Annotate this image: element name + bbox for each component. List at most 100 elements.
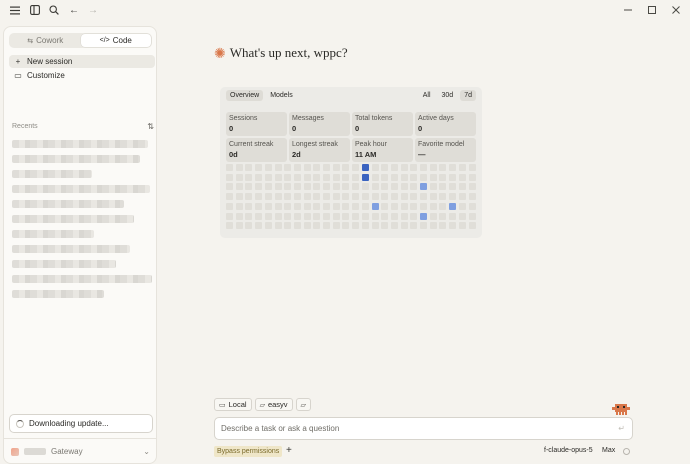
range-7d[interactable]: 7d — [460, 90, 476, 101]
customize-label: Customize — [27, 71, 65, 80]
cowork-icon: ⇆ — [27, 37, 34, 45]
heatmap-cell — [332, 212, 340, 220]
recents-header: Recents ⇅ — [12, 122, 154, 131]
tab-models[interactable]: Models — [266, 90, 297, 101]
heatmap-cell — [245, 212, 253, 220]
heatmap-cell — [284, 202, 292, 210]
heatmap-cell — [352, 164, 360, 171]
list-item[interactable] — [12, 241, 154, 256]
heatmap-cell — [429, 193, 437, 201]
list-item[interactable] — [12, 166, 154, 181]
code-icon: </> — [99, 37, 110, 44]
heatmap-cell — [293, 193, 301, 201]
stat-grid: Sessions 0 Messages 0 Total tokens 0 Act… — [226, 112, 476, 162]
heatmap-cell — [439, 193, 447, 201]
heatmap-cell — [371, 193, 379, 201]
heatmap-cell — [400, 193, 408, 201]
customize-button[interactable]: ▭ Customize — [9, 69, 155, 82]
heatmap-cell — [235, 202, 243, 210]
stat-peak-hour: Peak hour 11 AM — [352, 138, 413, 162]
heatmap-cell — [303, 164, 311, 171]
stat-current-streak: Current streak 0d — [226, 138, 287, 162]
list-item[interactable] — [12, 286, 154, 301]
permission-mode-button[interactable]: Bypass permissions — [214, 446, 283, 457]
mode-cowork-label: Cowork — [36, 36, 64, 45]
heatmap-cell — [245, 173, 253, 181]
list-item[interactable] — [12, 226, 154, 241]
list-item[interactable] — [12, 211, 154, 226]
list-item[interactable] — [12, 181, 154, 196]
filter-icon[interactable]: ⇅ — [147, 122, 154, 131]
heatmap-cell — [449, 173, 457, 181]
model-selector[interactable]: f-claude-opus-5 — [544, 447, 593, 454]
range-all[interactable]: All — [419, 90, 435, 101]
stat-value: 0 — [292, 124, 297, 133]
heatmap-cell — [255, 202, 263, 210]
page-title: What's up next, wppc? — [229, 45, 348, 60]
maximize-icon[interactable] — [645, 3, 659, 17]
heatmap-cell — [293, 222, 301, 230]
heatmap-cell — [323, 222, 330, 230]
heatmap-cell — [313, 173, 321, 181]
stat-value: — — [418, 150, 426, 159]
heatmap-cell — [352, 212, 360, 220]
heatmap-cell — [439, 202, 447, 210]
effort-selector[interactable]: Max — [602, 447, 615, 454]
heatmap-cell — [420, 222, 427, 230]
account-switcher[interactable]: Gateway ⌄ — [4, 438, 156, 463]
minimize-icon[interactable] — [621, 3, 635, 17]
list-item[interactable] — [12, 196, 154, 211]
heatmap-cell — [410, 183, 418, 191]
heatmap-cell — [226, 183, 233, 191]
heatmap-cell — [255, 193, 263, 201]
heatmap-cell — [429, 222, 437, 230]
heatmap-cell — [303, 173, 311, 181]
heatmap-cell — [274, 212, 282, 220]
list-item[interactable] — [12, 256, 154, 271]
new-session-button[interactable]: + New session — [9, 55, 155, 68]
heatmap-cell — [390, 164, 398, 171]
folder-chip[interactable]: ▱ easyv — [254, 398, 293, 411]
search-icon[interactable] — [47, 3, 61, 17]
range-30d[interactable]: 30d — [438, 90, 458, 101]
back-arrow-icon[interactable]: ← — [67, 3, 81, 17]
update-status-label: Downloading update... — [29, 419, 109, 428]
list-item[interactable] — [12, 151, 154, 166]
mode-code-button[interactable]: </> Code — [80, 34, 151, 47]
stat-label: Peak hour — [355, 141, 387, 148]
sidebar-toggle-icon[interactable] — [28, 3, 42, 17]
add-attachment-icon[interactable]: + — [286, 445, 292, 456]
heatmap-cell — [371, 173, 379, 181]
close-icon[interactable] — [669, 3, 683, 17]
heatmap-cell — [429, 202, 437, 210]
forward-arrow-icon[interactable]: → — [86, 3, 100, 17]
heatmap-cell — [449, 164, 457, 171]
heatmap-cell — [274, 183, 282, 191]
tab-overview[interactable]: Overview — [226, 90, 264, 101]
heatmap-cell — [400, 164, 408, 171]
heatmap-cell — [323, 202, 330, 210]
heatmap-cell — [361, 222, 369, 230]
send-icon[interactable]: ↵ — [618, 424, 625, 433]
list-item[interactable] — [12, 271, 154, 286]
heatmap-cell — [439, 173, 447, 181]
heatmap-cell — [352, 173, 360, 181]
heatmap-cell — [439, 222, 447, 230]
add-folder-button[interactable]: ▱ — [295, 398, 311, 411]
heatmap-cell — [274, 222, 282, 230]
mode-cowork-button[interactable]: ⇆ Cowork — [10, 34, 81, 47]
task-input[interactable] — [221, 424, 601, 433]
composer-toolbar: Bypass permissions + f-claude-opus-5 Max — [214, 445, 633, 458]
environment-chip[interactable]: ▭ Local — [214, 398, 252, 411]
heatmap-cell — [313, 222, 321, 230]
heatmap-cell — [361, 183, 369, 191]
heatmap-cell — [381, 173, 389, 181]
heatmap-cell — [264, 212, 272, 220]
list-item[interactable] — [12, 136, 154, 151]
menu-icon[interactable] — [8, 3, 22, 17]
heatmap-cell — [439, 164, 447, 171]
heatmap-cell — [226, 222, 233, 230]
heatmap-cell — [352, 222, 360, 230]
heatmap-cell — [468, 202, 476, 210]
heatmap-cell — [361, 193, 369, 201]
